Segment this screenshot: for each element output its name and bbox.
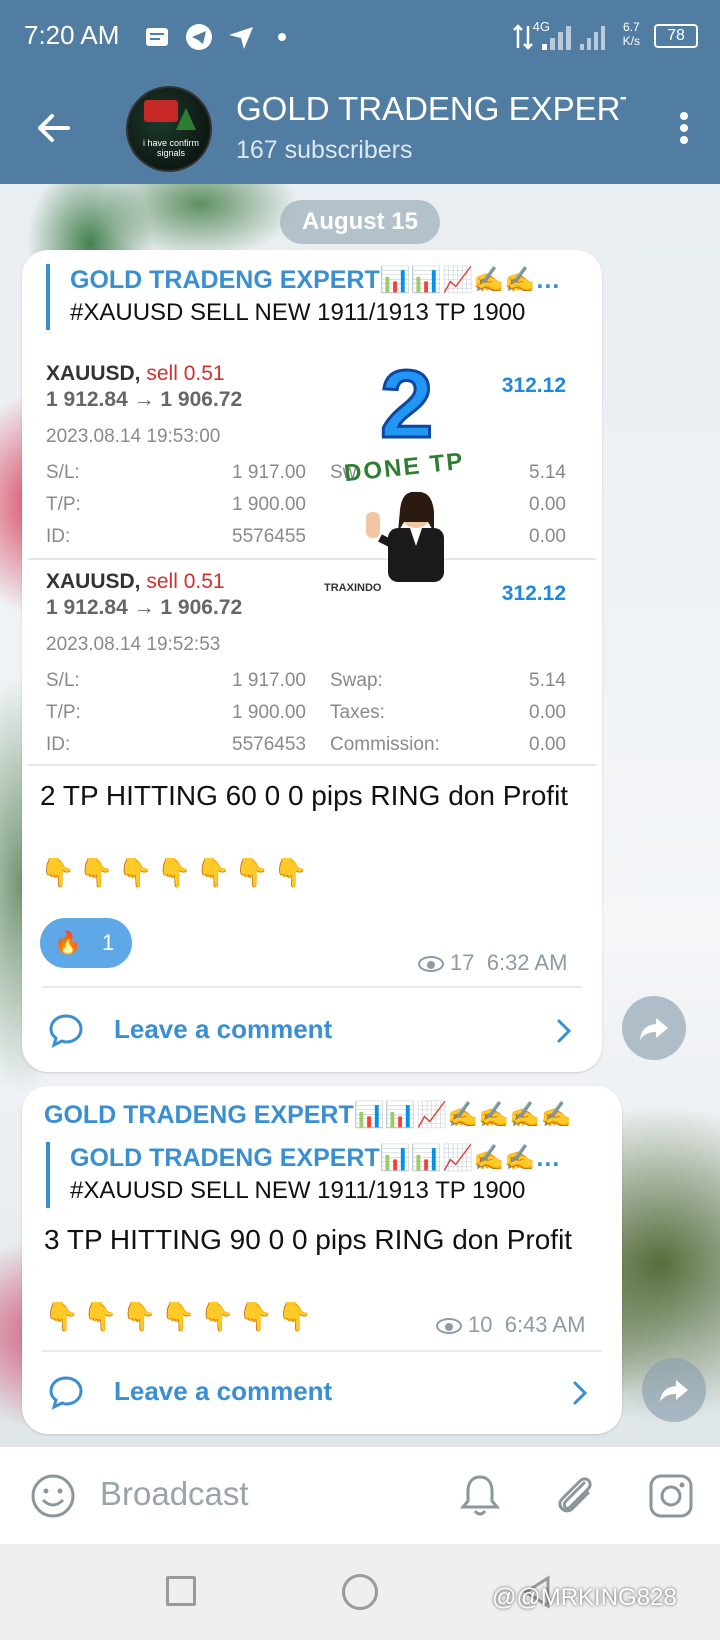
status-bar: 7:20 AM 4G 6.7 K/s 78 <box>0 0 720 72</box>
trade-row-tp: T/P: 1 900.00 0.00 <box>46 494 566 515</box>
bell-icon[interactable] <box>458 1471 502 1519</box>
trade-row-id: ID: 5576453 Commission: 0.00 <box>46 734 566 755</box>
recent-apps-button[interactable] <box>166 1576 196 1606</box>
done-tp-sticker: 2 DONE TP TRAXINDO <box>324 354 488 604</box>
message-meta: 10 6:43 AM <box>436 1312 585 1338</box>
leave-comment-label: Leave a comment <box>114 1376 333 1406</box>
view-count: 10 <box>468 1312 493 1337</box>
trade-date: 2023.08.14 19:52:53 <box>46 634 221 655</box>
forward-preview-text: #XAUUSD SELL NEW 1911/1913 TP 1900 <box>70 1177 526 1204</box>
sender-name: GOLD TRADENG EXPERT📊📊📈✍️✍️✍️✍️ <box>44 1101 572 1129</box>
comment-separator <box>42 986 582 988</box>
emoji-icon[interactable] <box>30 1473 76 1519</box>
status-time: 7:20 AM <box>24 20 120 50</box>
forwarded-quote[interactable]: GOLD TRADENG EXPERT📊📊📈✍️✍️✍️✍️ #XAUUSD S… <box>46 1142 576 1208</box>
person-waving-icon <box>366 491 444 582</box>
share-arrow-icon <box>640 1018 668 1040</box>
message-time: 6:32 AM <box>486 950 568 975</box>
avatar-up-arrow-icon <box>176 108 196 130</box>
message-meta: 17 6:32 AM <box>418 950 567 976</box>
trade-symbol: XAUUSD, sell 0.51 <box>46 570 225 593</box>
chevron-right-icon <box>557 1019 572 1043</box>
forward-preview-text: #XAUUSD SELL NEW 1911/1913 TP 1900 <box>70 299 526 326</box>
share-button-1[interactable] <box>622 996 686 1060</box>
trade-price: 1 912.84 → 1 906.72 <box>46 596 243 619</box>
forwarded-quote[interactable]: GOLD TRADENG EXPERT📊📊📈✍️✍️✍️✍️ #XAUUSD S… <box>46 264 576 330</box>
share-button-2[interactable] <box>642 1358 706 1422</box>
sticker-brand: TRAXINDO <box>324 582 382 594</box>
network-speed: 6.7 K/s <box>622 20 640 48</box>
message-text: 3 TP HITTING 90 0 0 pips RING don Profit <box>44 1224 573 1255</box>
signal-icon <box>542 26 571 50</box>
trade-date: 2023.08.14 19:53:00 <box>46 426 221 447</box>
trade-entry-2: XAUUSD, sell 0.51 1 912.84 → 1 906.72 31… <box>46 570 576 760</box>
trade-row-tp: T/P: 1 900.00 Taxes: 0.00 <box>46 702 566 723</box>
leave-comment-button[interactable]: Leave a comment <box>44 1362 588 1422</box>
dot-icon <box>278 33 286 41</box>
app-header: 7:20 AM 4G 6.7 K/s 78 i have confirm sign… <box>0 0 720 184</box>
more-options-icon[interactable] <box>678 108 690 148</box>
trade-row-sl: S/L: 1 917.00 Sw 5.14 <box>46 462 566 483</box>
leave-comment-button[interactable]: Leave a comment <box>44 1000 584 1060</box>
subscriber-count: 167 subscribers <box>236 136 413 164</box>
attach-paperclip-icon[interactable] <box>552 1471 598 1519</box>
comment-bubble-icon <box>49 1014 83 1048</box>
pointing-down-emojis: 👇👇👇👇👇👇👇 <box>44 1301 317 1332</box>
views-eye-icon <box>418 956 444 972</box>
trade-profit: 312.12 <box>501 374 566 397</box>
share-arrow-icon <box>660 1380 688 1402</box>
fire-emoji-icon: 🔥 <box>54 930 82 955</box>
message-text: 2 TP HITTING 60 0 0 pips RING don Profit <box>40 780 569 811</box>
battery-indicator: 78 <box>654 24 698 48</box>
sticker-number: 2 <box>378 354 434 460</box>
trade-symbol: XAUUSD, sell 0.51 <box>46 362 225 385</box>
reaction-count: 1 <box>102 930 115 955</box>
trade-divider <box>28 764 596 766</box>
home-button[interactable] <box>342 1574 378 1610</box>
channel-avatar[interactable]: i have confirm signals <box>126 86 212 172</box>
message-input-bar: Broadcast <box>0 1446 720 1544</box>
camera-icon[interactable] <box>648 1473 694 1519</box>
message-notification-icon <box>146 28 168 46</box>
send-notification-icon <box>229 27 253 49</box>
pointing-down-emojis: 👇👇👇👇👇👇👇 <box>40 857 313 888</box>
forward-source-name: GOLD TRADENG EXPERT📊📊📈✍️✍️✍️✍️ <box>70 1144 576 1172</box>
channel-post-2[interactable]: GOLD TRADENG EXPERT📊📊📈✍️✍️✍️✍️ GOLD TRAD… <box>22 1086 622 1434</box>
trade-entry-1: XAUUSD, sell 0.51 1 912.84 → 1 906.72 31… <box>46 362 576 552</box>
watermark-text: @@MRKING828 <box>492 1584 677 1611</box>
message-time: 6:43 AM <box>504 1312 586 1337</box>
trade-price: 1 912.84 → 1 906.72 <box>46 388 243 411</box>
trade-divider <box>28 558 596 560</box>
trade-profit: 312.12 <box>501 582 566 605</box>
broadcast-input[interactable]: Broadcast <box>100 1475 249 1513</box>
comment-bubble-icon <box>49 1376 83 1410</box>
avatar-tag-shape <box>144 100 178 122</box>
avatar-caption: i have confirm signals <box>142 138 200 158</box>
comment-separator <box>42 1350 602 1352</box>
date-separator: August 15 <box>280 200 440 244</box>
forward-source-name: GOLD TRADENG EXPERT📊📊📈✍️✍️✍️✍️ <box>70 266 576 294</box>
leave-comment-label: Leave a comment <box>114 1014 333 1044</box>
channel-post-1[interactable]: GOLD TRADENG EXPERT📊📊📈✍️✍️✍️✍️ #XAUUSD S… <box>22 250 602 1072</box>
view-count: 17 <box>450 950 475 975</box>
trade-screenshot[interactable]: XAUUSD, sell 0.51 1 912.84 → 1 906.72 31… <box>28 354 596 766</box>
fire-reaction-chip[interactable]: 🔥 1 <box>40 918 132 968</box>
trade-row-sl: S/L: 1 917.00 Swap: 5.14 <box>46 670 566 691</box>
telegram-notification-icon <box>186 24 212 50</box>
channel-title[interactable]: GOLD TRADENG EXPERT <box>236 90 626 128</box>
trade-row-id: ID: 5576455 0.00 <box>46 526 566 547</box>
views-eye-icon <box>436 1318 462 1334</box>
back-arrow-icon[interactable] <box>34 108 74 148</box>
signal-2-icon <box>580 26 605 50</box>
chevron-right-icon <box>573 1381 588 1405</box>
